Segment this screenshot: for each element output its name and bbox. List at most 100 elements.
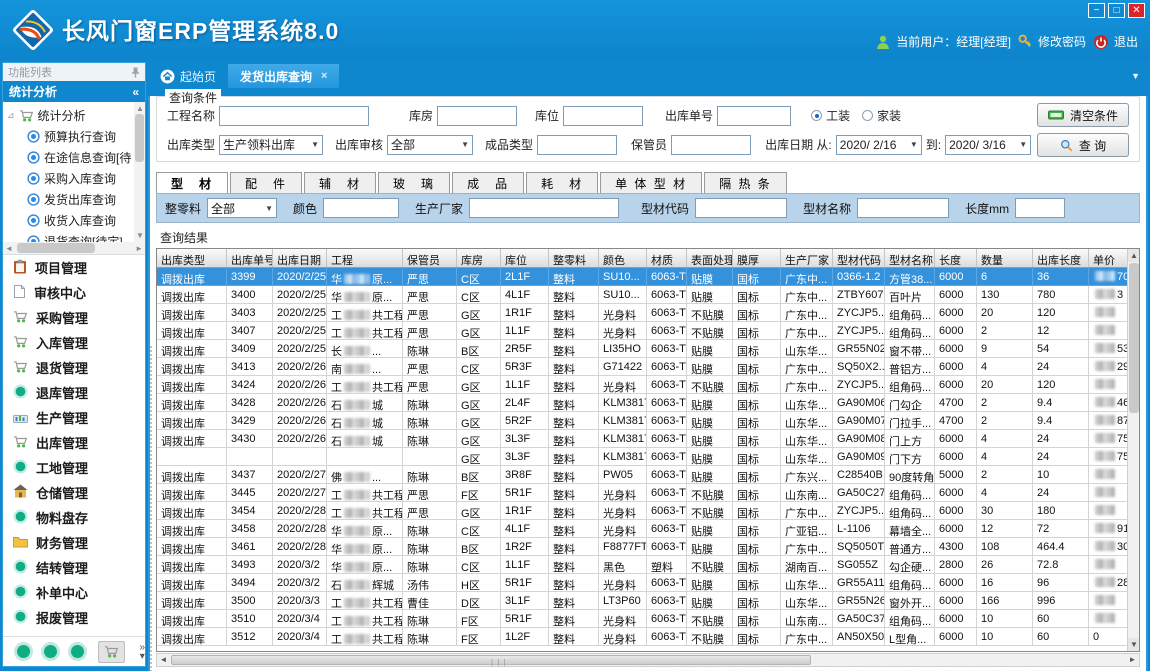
tree-item[interactable]: 收货入库查询 (7, 210, 143, 231)
sidebar-module-circle[interactable]: 结转管理 (3, 555, 145, 580)
table-row[interactable]: 调拨出库34582020/2/28华原...陈琳C区4L1F整料光身料6063-… (157, 520, 1127, 538)
column-header[interactable]: 材质 (647, 249, 687, 267)
table-row[interactable]: 调拨出库34302020/2/26石城陈琳G区3L3F整料KLM38176063… (157, 430, 1127, 448)
material-tab[interactable]: 配 件 (230, 172, 302, 193)
tab-close-icon[interactable]: × (321, 70, 327, 82)
sidebar-module-circle[interactable]: 工地管理 (3, 455, 145, 480)
radio-gongzhuang[interactable]: 工装 (811, 107, 850, 124)
tab-home[interactable]: 起始页 (148, 64, 228, 88)
table-row[interactable]: 调拨出库34242020/2/26工共工程严思G区1L1F整料光身料6063-T… (157, 376, 1127, 394)
more-modules-button[interactable]: »▾ (139, 643, 145, 661)
material-tab[interactable]: 成 品 (452, 172, 524, 193)
table-row[interactable]: 调拨出库34032020/2/25工共工程严思G区1R1F整料光身料6063-T… (157, 304, 1127, 322)
keeper-input[interactable] (671, 135, 751, 155)
column-header[interactable]: 表面处理 (687, 249, 733, 267)
material-tab[interactable]: 隔 热 条 (704, 172, 787, 193)
column-header[interactable]: 数量 (977, 249, 1033, 267)
table-row[interactable]: 调拨出库34292020/2/26石城陈琳G区5R2F整料KLM38176063… (157, 412, 1127, 430)
tree-item[interactable]: 预算执行查询 (7, 126, 143, 147)
table-row[interactable]: 调拨出库34612020/2/28华原...陈琳B区1R2F整料F8877FT6… (157, 538, 1127, 556)
sidebar-module-clipboard[interactable]: 项目管理 (3, 255, 145, 280)
column-header[interactable]: 膜厚 (733, 249, 781, 267)
table-row[interactable]: 调拨出库35002020/3/3工共工程曹佳D区3L1F整料LT3P606063… (157, 592, 1127, 610)
sidebar-module-folder[interactable]: 财务管理 (3, 530, 145, 555)
column-header[interactable]: 工程 (327, 249, 403, 267)
table-row[interactable]: 调拨出库34542020/2/28工共工程严思G区1R1F整料光身料6063-T… (157, 502, 1127, 520)
table-row[interactable]: 调拨出库34942020/3/2石辉城汤伟H区5R1F整料光身料6063-T5贴… (157, 574, 1127, 592)
material-tab[interactable]: 型 材 (156, 172, 228, 193)
column-header[interactable]: 出库单号 (227, 249, 273, 267)
location-input[interactable] (563, 106, 643, 126)
column-header[interactable]: 长度 (935, 249, 977, 267)
change-password-button[interactable]: 修改密码 (1018, 33, 1086, 50)
table-vertical-scrollbar[interactable]: ▲▼ (1127, 249, 1139, 651)
table-row[interactable]: 调拨出库33992020/2/25华原...严思C区2L1F整料SU10...6… (157, 268, 1127, 286)
sidebar-module-cart[interactable]: 入库管理 (3, 330, 145, 355)
table-row[interactable]: 调拨出库34002020/2/25华原...严思C区4L1F整料SU10...6… (157, 286, 1127, 304)
sidebar-module-home[interactable]: 仓储管理 (3, 480, 145, 505)
table-row[interactable]: G区3L3F整料KLM38176063-T5贴膜国标山东华...GA90M09.… (157, 448, 1127, 466)
tree-item[interactable]: 采购入库查询 (7, 168, 143, 189)
table-row[interactable]: 调拨出库34132020/2/26南...严思C区5R3F整料G71422606… (157, 358, 1127, 376)
tree-item[interactable]: 在途信息查询[待 (7, 147, 143, 168)
sidebar-module-circle[interactable]: 退库管理 (3, 380, 145, 405)
date-to-picker[interactable]: 2020/ 3/16▼ (945, 135, 1031, 155)
close-button[interactable]: ✕ (1128, 3, 1145, 18)
maximize-button[interactable]: □ (1108, 3, 1125, 18)
factory-input[interactable] (469, 198, 619, 218)
module-dot-icon[interactable] (71, 645, 84, 658)
clear-conditions-button[interactable]: 清空条件 (1037, 103, 1129, 127)
sidebar-module-chart[interactable]: 生产管理 (3, 405, 145, 430)
table-horizontal-scrollbar[interactable]: ◄ | | | ► (156, 653, 1140, 667)
material-tab[interactable]: 耗 材 (526, 172, 598, 193)
table-row[interactable]: 调拨出库34452020/2/27工共工程严思F区5R1F整料光身料6063-T… (157, 484, 1127, 502)
collapse-icon[interactable]: « (132, 85, 139, 99)
sidebar-module-cart[interactable]: 退货管理 (3, 355, 145, 380)
table-row[interactable]: 调拨出库34932020/3/2华原...陈琳C区1L1F整料黑色塑料不贴膜国标… (157, 556, 1127, 574)
table-row[interactable]: 调拨出库34372020/2/27佛...陈琳B区3R8F整料PW056063-… (157, 466, 1127, 484)
material-tab[interactable]: 玻 璃 (378, 172, 450, 193)
sidebar-module-cart[interactable]: 出库管理 (3, 430, 145, 455)
material-tab[interactable]: 辅 材 (304, 172, 376, 193)
minimize-button[interactable]: − (1088, 3, 1105, 18)
column-header[interactable]: 出库类型 (157, 249, 227, 267)
color-input[interactable] (323, 198, 399, 218)
column-header[interactable]: 库房 (457, 249, 501, 267)
column-header[interactable]: 整零料 (549, 249, 599, 267)
table-row[interactable]: 调拨出库34282020/2/26石城陈琳G区2L4F整料KLM38176063… (157, 394, 1127, 412)
table-row[interactable]: 调拨出库35102020/3/4工共工程陈琳F区5R1F整料光身料6063-T5… (157, 610, 1127, 628)
tree-root-statistics[interactable]: ⊿统计分析 (7, 105, 143, 126)
table-row[interactable]: 调拨出库34092020/2/25长...陈琳B区2R5F整料LI35HO606… (157, 340, 1127, 358)
outbound-type-select[interactable]: 生产领料出库▼ (219, 135, 323, 155)
sidebar-module-doc[interactable]: 审核中心 (3, 280, 145, 305)
section-header[interactable]: 统计分析 « (3, 81, 145, 102)
tree-vertical-scrollbar[interactable]: ▲ ▼ (134, 102, 145, 242)
module-dot-icon[interactable] (44, 645, 57, 658)
profile-name-input[interactable] (857, 198, 949, 218)
column-header[interactable]: 保管员 (403, 249, 457, 267)
module-dot-icon[interactable] (17, 645, 30, 658)
column-header[interactable]: 颜色 (599, 249, 647, 267)
sidebar-module-circle[interactable]: 补单中心 (3, 580, 145, 605)
warehouse-input[interactable] (437, 106, 517, 126)
profile-code-input[interactable] (695, 198, 787, 218)
zhengling-select[interactable]: 全部▼ (207, 198, 277, 218)
length-input[interactable] (1015, 198, 1065, 218)
product-type-input[interactable] (537, 135, 617, 155)
sidebar-module-circle[interactable]: 物料盘存 (3, 505, 145, 530)
material-tab[interactable]: 单 体 型 材 (600, 172, 702, 193)
cart-module-button[interactable] (98, 641, 126, 663)
search-button[interactable]: 查 询 (1037, 133, 1129, 157)
tab-list-dropdown-icon[interactable]: ▼ (1131, 71, 1140, 81)
column-header[interactable]: 型材代码 (833, 249, 885, 267)
tree-item[interactable]: 发货出库查询 (7, 189, 143, 210)
logout-button[interactable]: 退出 (1093, 33, 1138, 50)
column-header[interactable]: 库位 (501, 249, 549, 267)
project-name-input[interactable] (219, 106, 369, 126)
sidebar-module-cart[interactable]: 采购管理 (3, 305, 145, 330)
pin-icon[interactable] (131, 67, 140, 78)
table-row[interactable]: 调拨出库35122020/3/4工共工程陈琳F区1L2F整料光身料6063-T5… (157, 628, 1127, 646)
tree-horizontal-scrollbar[interactable]: ◄ ► (3, 242, 145, 254)
sidebar-module-circle[interactable]: 报废管理 (3, 605, 145, 630)
splitter-handle[interactable] (150, 346, 153, 671)
